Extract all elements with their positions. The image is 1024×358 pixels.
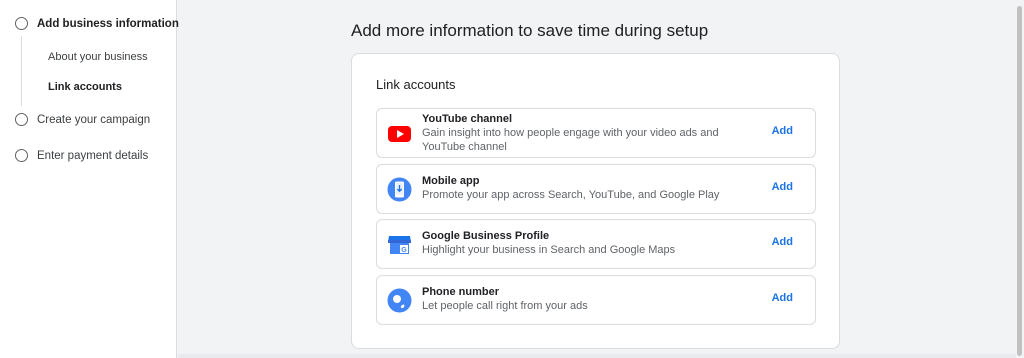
svg-text:G: G [401,247,407,254]
page-title: Add more information to save time during… [351,21,709,40]
row-name: Google Business Profile [422,230,550,242]
row-description: Gain insight into how people engage with… [422,127,719,153]
card-title: Link accounts [376,77,456,92]
link-accounts-card: Link accounts YouTube channel Gain insig… [351,53,840,349]
step-label: Add business information [37,17,179,30]
add-business-profile-button[interactable]: Add [772,236,793,248]
step-connector [21,36,22,106]
step-add-business-information[interactable]: Add business information [15,17,179,30]
bottom-divider [178,354,1024,358]
business-profile-icon: G [387,232,412,257]
row-description: Promote your app across Search, YouTube,… [422,189,720,201]
substep-about-your-business[interactable]: About your business [48,51,148,63]
row-mobile-app: Mobile app Promote your app across Searc… [376,164,816,214]
scrollbar[interactable] [1016,0,1024,358]
youtube-icon [387,121,412,146]
step-enter-payment-details[interactable]: Enter payment details [15,149,148,162]
row-description: Highlight your business in Search and Go… [422,244,676,256]
scrollbar-thumb[interactable] [1017,6,1022,356]
phone-icon [387,288,412,313]
row-name: Mobile app [422,175,480,187]
step-circle-icon [15,113,28,126]
substep-link-accounts[interactable]: Link accounts [48,81,122,93]
step-label: Enter payment details [37,149,149,162]
row-description: Let people call right from your ads [422,300,588,312]
step-create-your-campaign[interactable]: Create your campaign [15,113,150,126]
step-circle-icon [15,149,28,162]
row-google-business-profile: G Google Business Profile Highlight your… [376,219,816,269]
row-phone-number: Phone number Let people call right from … [376,275,816,325]
row-name: Phone number [422,286,500,298]
step-label: Create your campaign [37,113,151,126]
add-mobile-app-button[interactable]: Add [772,181,793,193]
row-name: YouTube channel [422,113,513,125]
add-youtube-button[interactable]: Add [772,125,793,137]
mobile-app-icon [387,177,412,202]
add-phone-number-button[interactable]: Add [772,292,793,304]
sidebar: Add business information About your busi… [0,0,179,358]
row-youtube-channel: YouTube channel Gain insight into how pe… [376,108,816,158]
step-circle-icon [15,17,28,30]
